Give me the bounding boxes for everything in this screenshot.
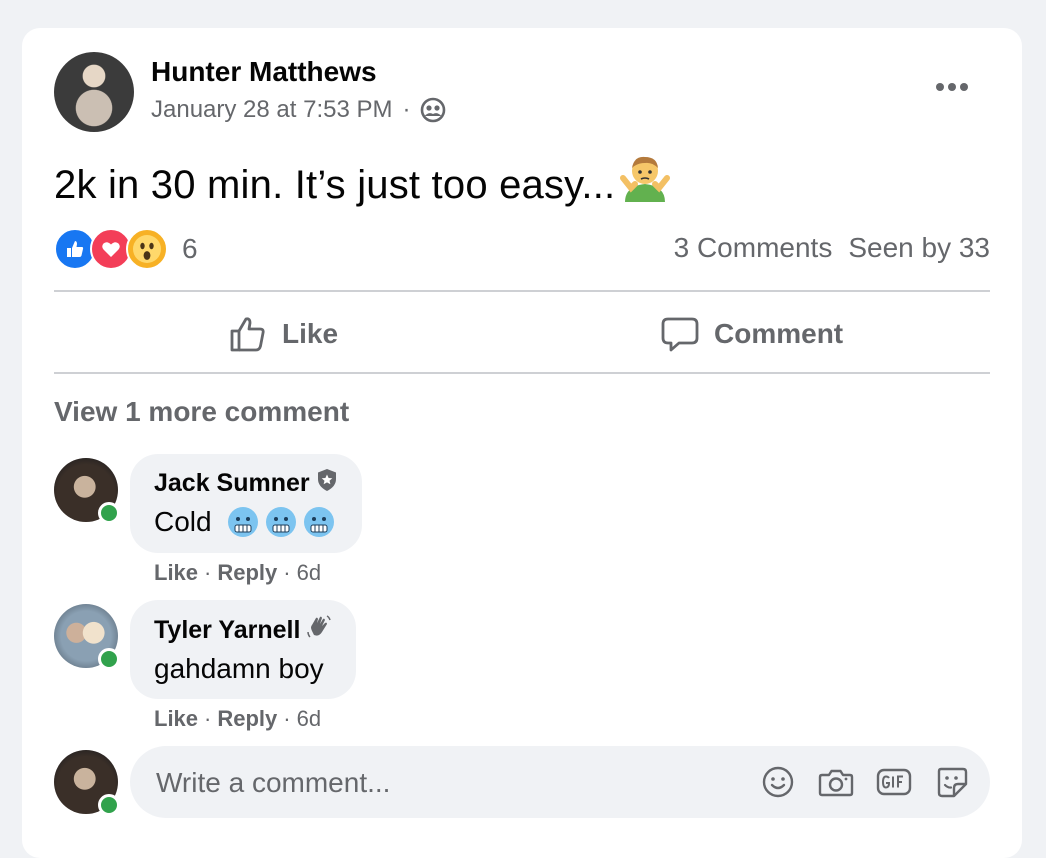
- more-options-button[interactable]: [930, 72, 974, 102]
- comment-author-name[interactable]: Jack Sumner: [154, 469, 310, 498]
- comment-text: gahdamn boy: [154, 653, 332, 685]
- comment-input[interactable]: [154, 762, 738, 804]
- author-avatar[interactable]: [54, 52, 134, 132]
- comment-reply-link[interactable]: Reply: [217, 560, 277, 586]
- sticker-icon[interactable]: [934, 764, 970, 800]
- separator: ·: [283, 706, 291, 731]
- comment-like-link[interactable]: Like: [154, 560, 198, 586]
- gif-icon[interactable]: [876, 764, 912, 800]
- commenter-avatar[interactable]: [54, 604, 120, 670]
- meta-separator: ·: [402, 96, 411, 123]
- online-status-dot: [98, 502, 120, 524]
- camera-icon[interactable]: [818, 764, 854, 800]
- separator: ·: [204, 560, 212, 585]
- separator: ·: [204, 706, 212, 731]
- post-text-content: 2k in 30 min. It’s just too easy...: [54, 163, 616, 207]
- post-meta: January 28 at 7:53 PM ·: [151, 96, 446, 124]
- shield-badge-icon: [316, 468, 338, 499]
- separator: ·: [283, 560, 291, 585]
- online-status-dot: [98, 648, 120, 670]
- comment-text-content: gahdamn boy: [154, 653, 324, 684]
- online-status-dot: [98, 794, 120, 816]
- comment-author: Jack Sumner: [154, 468, 338, 499]
- thumbs-up-icon: [230, 317, 265, 352]
- post-card: Hunter Matthews January 28 at 7:53 PM · …: [22, 28, 1022, 858]
- comment-author-name[interactable]: Tyler Yarnell: [154, 616, 300, 645]
- composer-tools: [760, 764, 970, 800]
- divider: [54, 290, 990, 292]
- comment-text: Cold: [154, 505, 338, 539]
- seen-count[interactable]: Seen by 33: [848, 232, 990, 264]
- reaction-summary[interactable]: 6: [54, 228, 198, 270]
- emoji-icon[interactable]: [760, 764, 796, 800]
- friends-icon[interactable]: [420, 97, 446, 123]
- comment-bubble: Tyler Yarnell gahdamn boy: [130, 600, 357, 699]
- reaction-count[interactable]: 6: [182, 233, 198, 265]
- like-button[interactable]: Like: [228, 306, 338, 362]
- post-stats: 3 Comments Seen by 33: [674, 232, 990, 264]
- post-text: 2k in 30 min. It’s just too easy...: [54, 154, 671, 214]
- comment-actions: Like · Reply · 6d: [154, 706, 321, 732]
- comment-composer: [130, 746, 990, 818]
- comment-text-content: Cold: [154, 506, 212, 537]
- current-user-avatar[interactable]: [54, 750, 120, 816]
- author-name[interactable]: Hunter Matthews: [151, 56, 377, 88]
- divider: [54, 372, 990, 374]
- comment-icon: [661, 317, 699, 352]
- comment-button[interactable]: Comment: [660, 306, 843, 362]
- comment-label: Comment: [714, 318, 844, 349]
- like-label: Like: [282, 318, 339, 349]
- more-dots-icon: [936, 83, 968, 91]
- comment-time[interactable]: 6d: [297, 706, 321, 732]
- comment-time[interactable]: 6d: [297, 560, 321, 586]
- comment-actions: Like · Reply · 6d: [154, 560, 321, 586]
- comment-like-link[interactable]: Like: [154, 706, 198, 732]
- wow-reaction-icon: [126, 228, 168, 270]
- comment-bubble: Jack Sumner Cold: [130, 454, 362, 553]
- view-more-comments-link[interactable]: View 1 more comment: [54, 396, 349, 428]
- comment-reply-link[interactable]: Reply: [217, 706, 277, 732]
- commenter-avatar[interactable]: [54, 458, 120, 524]
- cold-face-emoji-icon: [226, 505, 336, 539]
- comment-author: Tyler Yarnell: [154, 614, 332, 647]
- comment-count[interactable]: 3 Comments: [674, 232, 833, 264]
- post-timestamp[interactable]: January 28 at 7:53 PM: [151, 96, 392, 124]
- wave-badge-icon: [306, 614, 332, 647]
- shrug-emoji-icon: [619, 154, 671, 214]
